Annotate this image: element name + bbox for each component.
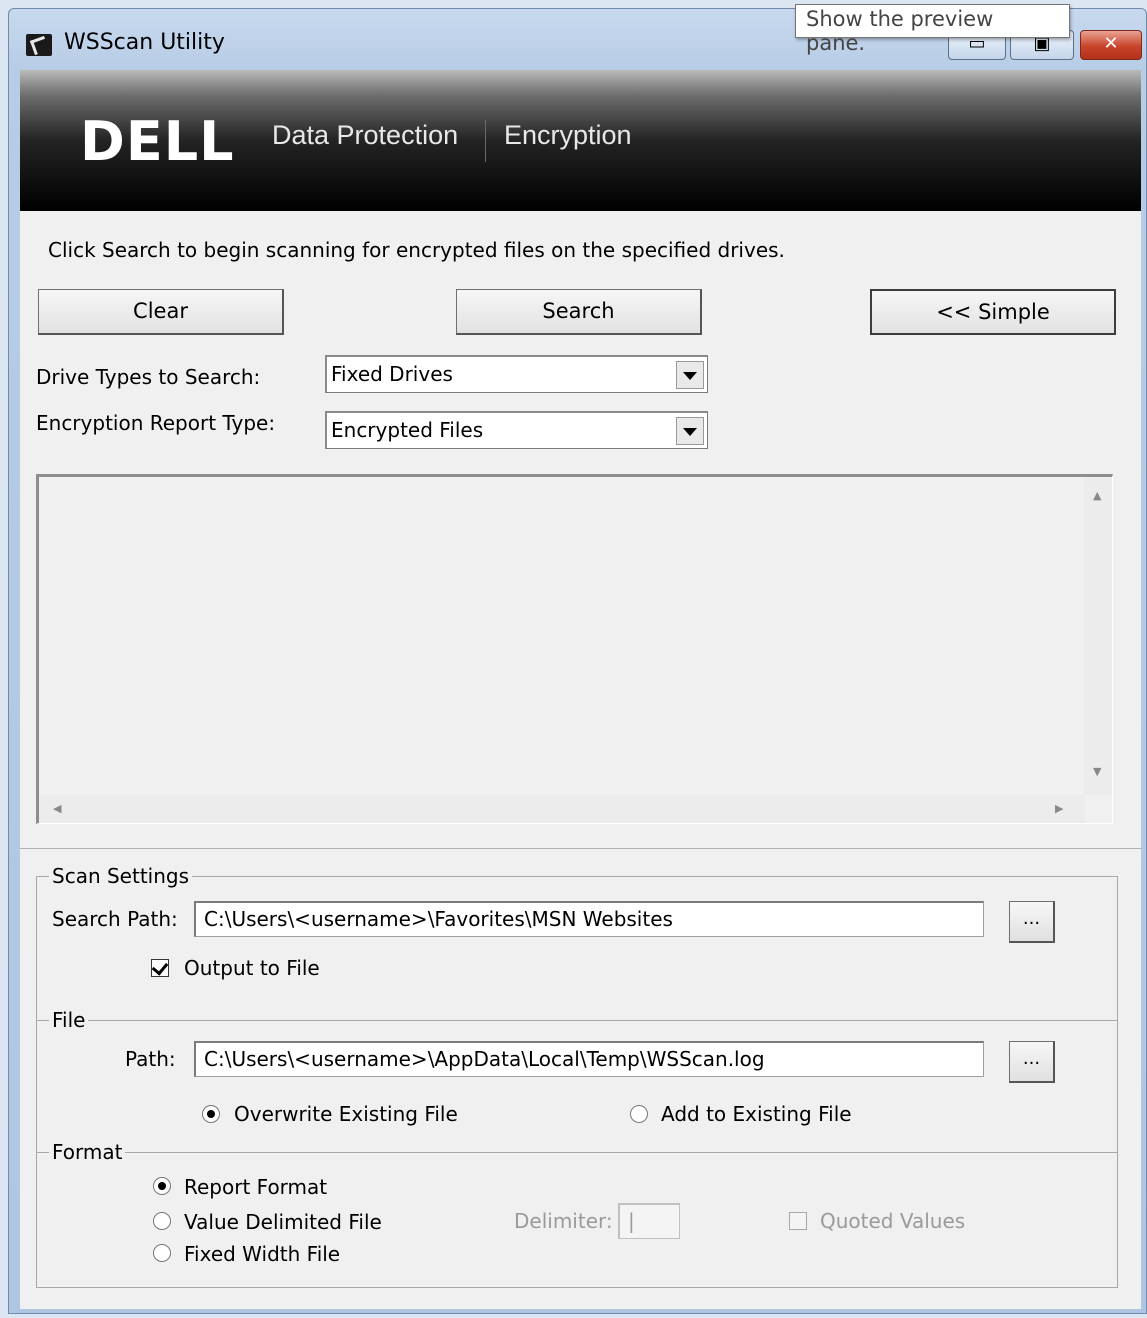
delimiter-label: Delimiter: bbox=[514, 1209, 613, 1233]
value-delimited-label: Value Delimited File bbox=[184, 1210, 382, 1234]
add-existing-label: Add to Existing File bbox=[661, 1102, 852, 1126]
search-path-label: Search Path: bbox=[52, 907, 178, 931]
file-group-line bbox=[37, 1020, 1117, 1021]
value-delimited-radio[interactable] bbox=[153, 1212, 171, 1230]
radio-selected-dot bbox=[158, 1182, 166, 1190]
close-button[interactable]: ✕ bbox=[1080, 30, 1142, 60]
scroll-right-icon[interactable]: ▶ bbox=[1055, 802, 1063, 815]
dell-logo: DELL bbox=[80, 110, 235, 173]
file-legend: File bbox=[49, 1008, 89, 1032]
quoted-values-checkbox[interactable] bbox=[789, 1212, 807, 1230]
results-list[interactable]: ▲ ▼ ◀ ▶ bbox=[36, 474, 1113, 824]
file-path-input[interactable]: C:\Users\<username>\AppData\Local\Temp\W… bbox=[194, 1041, 984, 1077]
report-type-label: Encryption Report Type: bbox=[36, 411, 276, 435]
close-icon: ✕ bbox=[1103, 33, 1119, 54]
add-existing-radio[interactable] bbox=[630, 1105, 648, 1123]
fixed-width-radio[interactable] bbox=[153, 1244, 171, 1262]
banner-separator bbox=[485, 120, 486, 162]
report-type-value: Encrypted Files bbox=[331, 418, 484, 442]
file-path-browse-button[interactable]: ... bbox=[1009, 1041, 1055, 1083]
drive-types-label: Drive Types to Search: bbox=[36, 365, 261, 389]
fixed-width-label: Fixed Width File bbox=[184, 1242, 341, 1266]
vertical-scrollbar[interactable]: ▲ ▼ bbox=[1084, 477, 1112, 795]
search-button[interactable]: Search bbox=[456, 289, 702, 335]
report-format-label: Report Format bbox=[184, 1175, 328, 1199]
clear-button[interactable]: Clear bbox=[38, 289, 284, 335]
preview-pane-tooltip: Show the preview pane. bbox=[795, 4, 1070, 55]
window-title: WSScan Utility bbox=[64, 30, 225, 55]
section-divider bbox=[20, 848, 1141, 849]
format-group-line bbox=[37, 1152, 1117, 1153]
quoted-values-label: Quoted Values bbox=[820, 1209, 966, 1233]
report-type-select[interactable]: Encrypted Files bbox=[325, 411, 708, 449]
overwrite-label: Overwrite Existing File bbox=[234, 1102, 458, 1126]
scroll-down-icon[interactable]: ▼ bbox=[1093, 765, 1101, 778]
drive-types-value: Fixed Drives bbox=[331, 362, 453, 386]
horizontal-scrollbar[interactable]: ◀ ▶ bbox=[39, 795, 1085, 823]
checkmark-icon bbox=[151, 958, 169, 976]
file-path-label: Path: bbox=[125, 1047, 176, 1071]
delimiter-input[interactable]: | bbox=[618, 1203, 680, 1239]
chevron-down-icon[interactable] bbox=[676, 417, 704, 445]
scroll-up-icon[interactable]: ▲ bbox=[1093, 489, 1101, 502]
scroll-left-icon[interactable]: ◀ bbox=[53, 802, 61, 815]
banner-product: Data Protection bbox=[272, 120, 459, 150]
banner-module: Encryption bbox=[504, 120, 632, 150]
report-format-radio[interactable] bbox=[153, 1177, 171, 1195]
search-path-browse-button[interactable]: ... bbox=[1009, 901, 1055, 943]
simple-mode-button[interactable]: << Simple bbox=[870, 289, 1116, 335]
output-to-file-label: Output to File bbox=[184, 956, 320, 980]
drive-types-select[interactable]: Fixed Drives bbox=[325, 355, 708, 393]
output-to-file-checkbox[interactable] bbox=[151, 958, 169, 977]
radio-selected-dot bbox=[207, 1110, 215, 1118]
app-icon bbox=[26, 34, 52, 56]
chevron-down-icon[interactable] bbox=[676, 361, 704, 389]
overwrite-radio[interactable] bbox=[202, 1105, 220, 1123]
instruction-text: Click Search to begin scanning for encry… bbox=[48, 238, 785, 262]
search-path-input[interactable]: C:\Users\<username>\Favorites\MSN Websit… bbox=[194, 901, 984, 937]
scan-settings-legend: Scan Settings bbox=[49, 864, 193, 888]
format-legend: Format bbox=[49, 1140, 126, 1164]
